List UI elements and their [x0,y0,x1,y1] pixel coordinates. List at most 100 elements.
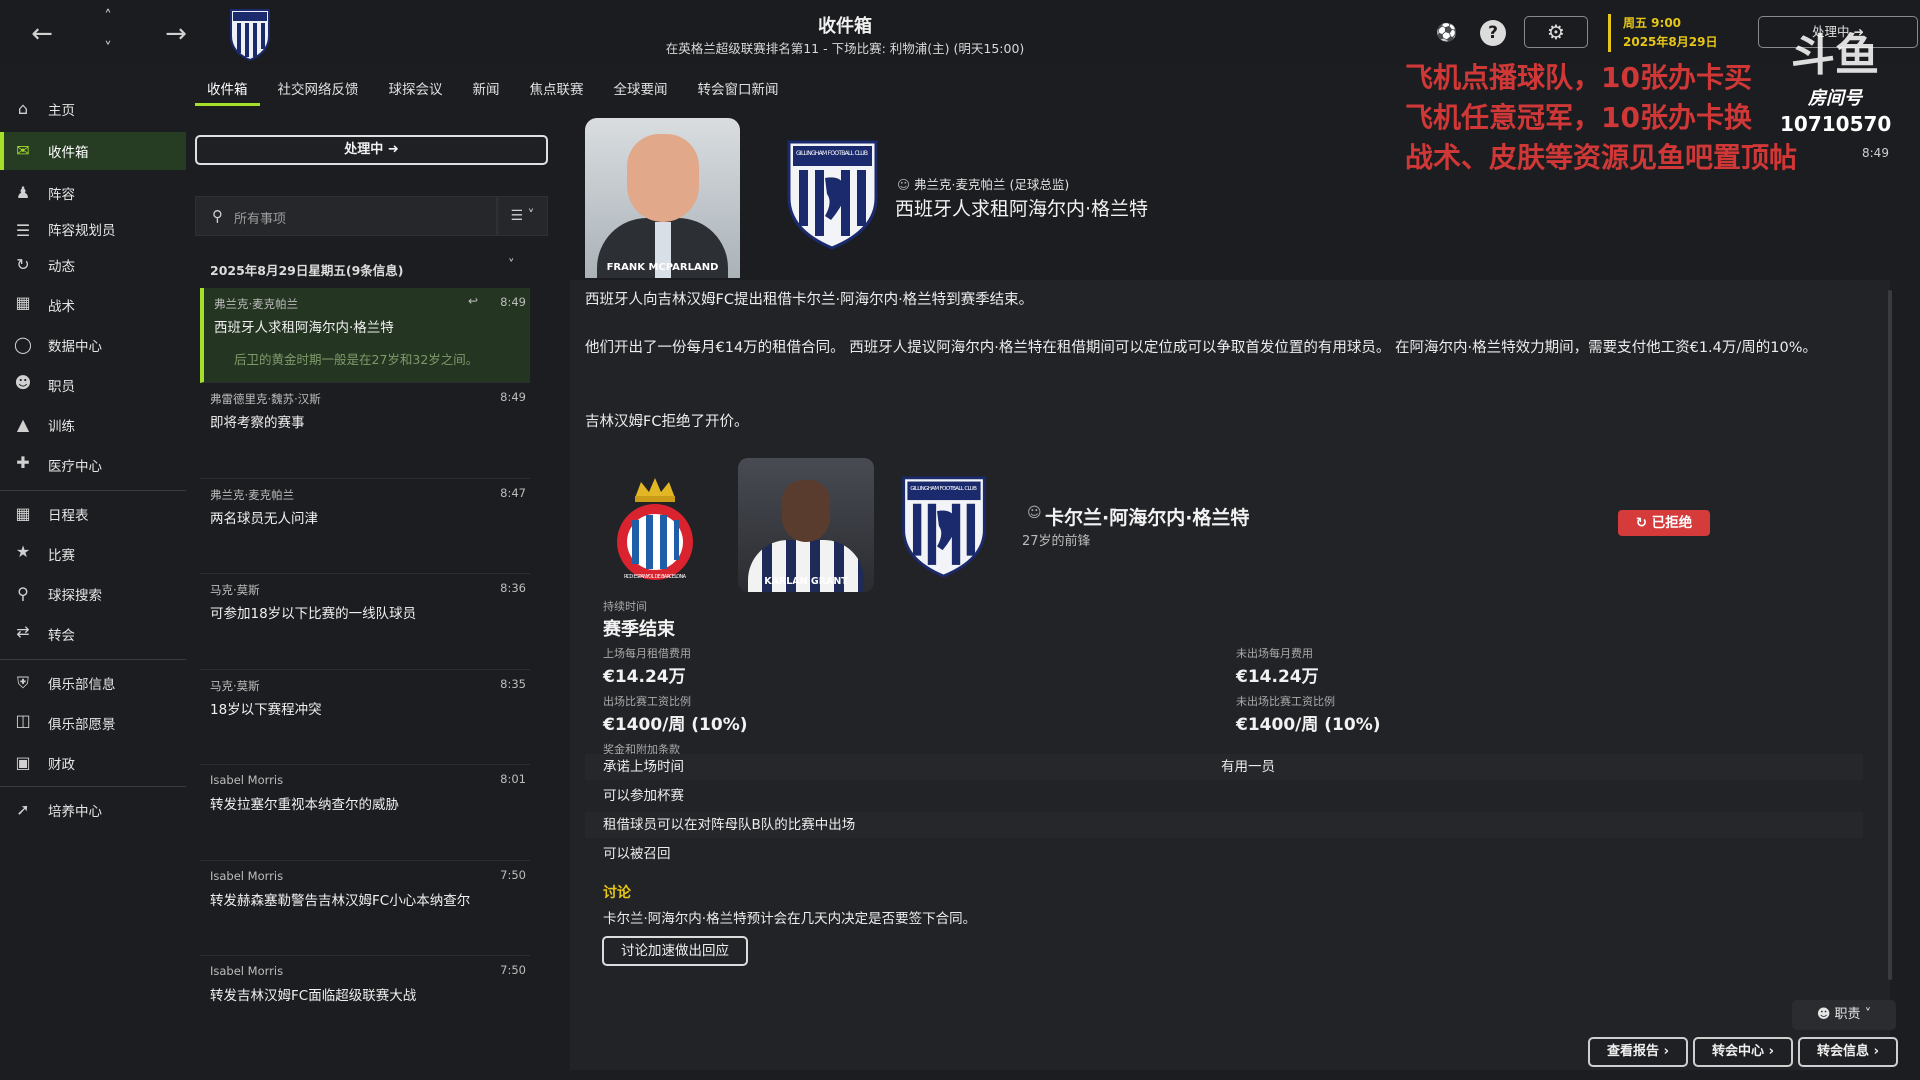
refresh-icon: ↻ [1635,515,1648,531]
tab-news[interactable]: 新闻 [461,76,512,106]
help-icon[interactable]: ? [1480,20,1506,46]
sidebar-item-dynamics[interactable]: ↻ 动态 [0,246,186,284]
unplayed-wage-value: €1400/周 (10%) [1236,715,1381,735]
tactics-icon: ▦ [15,293,31,312]
inbox-icon: ✉ [16,141,30,160]
message-paragraph: 吉林汉姆FC拒绝了开价。 [585,414,749,430]
message-list: 弗兰克·麦克帕兰 ↩ 8:49 西班牙人求租阿海尔内·格兰特 后卫的黄金时期一般… [200,288,530,1052]
reply-icon: ↩ [467,294,478,308]
sidebar-item-development[interactable]: ➚ 培养中心 [0,791,186,829]
espanyol-crest-icon[interactable]: RCD ESPANYOL DE BARCELONA [615,472,695,584]
detail-scrollbar[interactable] [1888,290,1892,980]
dynamics-icon: ↻ [16,255,30,274]
tab-scout-meeting[interactable]: 球探会议 [377,76,455,106]
sidebar-item-finances[interactable]: ▣ 财政 [0,744,186,782]
data-hub-icon: ◯ [14,335,32,354]
date-group-header[interactable]: 2025年8月29日星期五(9条信息) [210,260,530,279]
person-icon: ☺ [1027,505,1042,521]
top-bar: ← ˄ ˅ → 收件箱 在英格兰超级联赛排名第11 - 下场比赛: 利物浦(主)… [0,0,1920,66]
medical-icon: ✚ [16,453,30,472]
tab-transfer-window-news[interactable]: 转会窗口新闻 [686,76,791,106]
sender-role[interactable]: ☺ 弗兰克·麦克帕兰 (足球总监) [897,174,1069,193]
list-item[interactable]: Isabel Morris 7:50 转发吉林汉姆FC面临超级联赛大战 [200,956,530,1052]
unplayed-fee-label: 未出场每月费用 [1236,647,1313,660]
search-placeholder: 所有事项 [234,212,287,227]
list-item[interactable]: Isabel Morris 7:50 转发赫森塞勒警告吉林汉姆FC小心本纳查尔 [200,861,530,956]
sidebar-item-training[interactable]: ▲ 训练 [0,406,186,444]
sidebar: ⌂ 主页 ✉ 收件箱 ♟ 阵容 ☰ 阵容规划员 ↻ 动态 ▦ 战术 ◯ 数据中心 ☻ 职员 ▲ 训… [0,90,186,1080]
played-wage-value: €1400/周 (10%) [603,715,748,735]
home-icon: ⌂ [17,99,29,118]
message-paragraph: 西班牙人向吉林汉姆FC提出租借卡尔兰·阿海尔内·格兰特到赛季结束。 [585,292,1034,308]
sidebar-item-inbox[interactable]: ✉ 收件箱 [0,132,186,170]
search-input[interactable]: ⚲ 所有事项 [195,196,497,236]
sidebar-item-club-vision[interactable]: ◫ 俱乐部愿景 [0,702,186,744]
list-item[interactable]: 弗雷德里克·魏苏·汉斯 8:49 即将考察的赛事 [200,383,530,479]
clause-row: 承诺上场时间 有用一员 [585,754,1863,780]
gillingham-crest-icon[interactable]: GILLINGHAM FOOTBALL CLUB [785,138,880,250]
settings-button[interactable]: ⚙ [1524,16,1588,48]
svg-text:GILLINGHAM FOOTBALL CLUB: GILLINGHAM FOOTBALL CLUB [796,150,868,157]
football-icon[interactable]: ⚽ [1432,18,1462,48]
continue-button[interactable]: 处理中 ➜ [195,135,548,165]
sidebar-item-squad[interactable]: ♟ 阵容 [0,174,186,212]
chevron-down-icon[interactable]: ˅ [508,258,515,273]
view-report-button[interactable]: 查看报告 › [1588,1037,1688,1067]
sidebar-item-data-hub[interactable]: ◯ 数据中心 [0,326,186,364]
tab-focus-leagues[interactable]: 焦点联赛 [518,76,596,106]
message-title: 西班牙人求租阿海尔内·格兰特 [895,198,1149,220]
club-vision-icon: ◫ [15,711,31,730]
squad-icon: ♟ [15,183,31,202]
duration-value: 赛季结束 [603,619,675,640]
date-line-2: 2025年8月29日 [1623,35,1718,49]
tab-inbox[interactable]: 收件箱 [195,76,260,106]
gillingham-crest-icon[interactable]: GILLINGHAM FOOTBALL CLUB [900,470,988,582]
list-item[interactable]: Isabel Morris 8:01 转发拉塞尔重视本纳查尔的威胁 [200,765,530,861]
sidebar-item-medical[interactable]: ✚ 医疗中心 [0,444,186,486]
transfer-centre-button[interactable]: 转会中心 › [1693,1037,1793,1067]
sidebar-item-staff[interactable]: ☻ 职员 [0,364,186,406]
sidebar-divider [0,659,186,660]
played-fee-label: 上场每月租借费用 [603,647,691,660]
staff-responsibilities-button[interactable]: ☻ 职责 ˅ [1792,1000,1896,1030]
sidebar-item-transfers[interactable]: ⇄ 转会 [0,613,186,655]
list-item[interactable]: 弗兰克·麦克帕兰 8:47 两名球员无人问津 [200,479,530,574]
sidebar-item-squad-planner[interactable]: ☰ 阵容规划员 [0,212,186,246]
list-item[interactable]: 马克·莫斯 8:36 可参加18岁以下比赛的一线队球员 [200,574,530,670]
sidebar-item-tactics[interactable]: ▦ 战术 [0,284,186,326]
scouting-icon: ⚲ [17,584,29,603]
player-avatar[interactable]: KARLAN GRANT [738,458,874,592]
gear-icon: ⚙ [1547,20,1565,44]
svg-text:RCD ESPANYOL DE BARCELONA: RCD ESPANYOL DE BARCELONA [624,574,687,580]
planner-icon: ☰ [15,221,31,240]
unplayed-fee-value: €14.24万 [1236,667,1319,687]
search-icon: ⚲ [212,207,223,225]
unplayed-wage-label: 未出场比赛工资比例 [1236,695,1335,708]
clause-row: 可以被召回 [603,846,671,862]
sidebar-divider [0,490,186,491]
sender-avatar[interactable]: FRANK MCPARLAND [585,118,740,278]
finance-icon: ▣ [15,753,31,772]
list-item[interactable]: 马克·莫斯 8:35 18岁以下赛程冲突 [200,670,530,765]
date-line-1: 周五 9:00 [1623,16,1682,30]
filter-button[interactable]: ☰ ˅ [497,196,548,236]
sidebar-item-scouting[interactable]: ⚲ 球探搜索 [0,575,186,613]
transfer-icon: ⇄ [16,622,30,641]
status-badge: ↻ 已拒绝 [1618,510,1710,536]
training-icon: ▲ [16,415,30,434]
sidebar-item-competitions[interactable]: ★ 比赛 [0,533,186,575]
tab-social-feedback[interactable]: 社交网络反馈 [266,76,371,106]
staff-icon: ☻ [14,373,32,392]
tab-world-news[interactable]: 全球要闻 [602,76,680,106]
list-item[interactable]: 弗兰克·麦克帕兰 ↩ 8:49 西班牙人求租阿海尔内·格兰特 后卫的黄金时期一般… [200,288,530,383]
sidebar-item-schedule[interactable]: ▦ 日程表 [0,495,186,533]
arrow-right-icon: ➜ [387,142,399,157]
svg-text:GILLINGHAM FOOTBALL CLUB: GILLINGHAM FOOTBALL CLUB [910,486,977,492]
room-label: 房间号 [1808,88,1862,109]
discussion-button[interactable]: 讨论加速做出回应 [602,936,748,966]
sidebar-item-home[interactable]: ⌂ 主页 [0,90,186,128]
player-name[interactable]: ☺ 卡尔兰·阿海尔内·格兰特 [1027,503,1249,530]
sidebar-item-club-info[interactable]: ⛨ 俱乐部信息 [0,664,186,702]
transfer-info-button[interactable]: 转会信息 › [1798,1037,1898,1067]
sidebar-divider [0,786,186,787]
